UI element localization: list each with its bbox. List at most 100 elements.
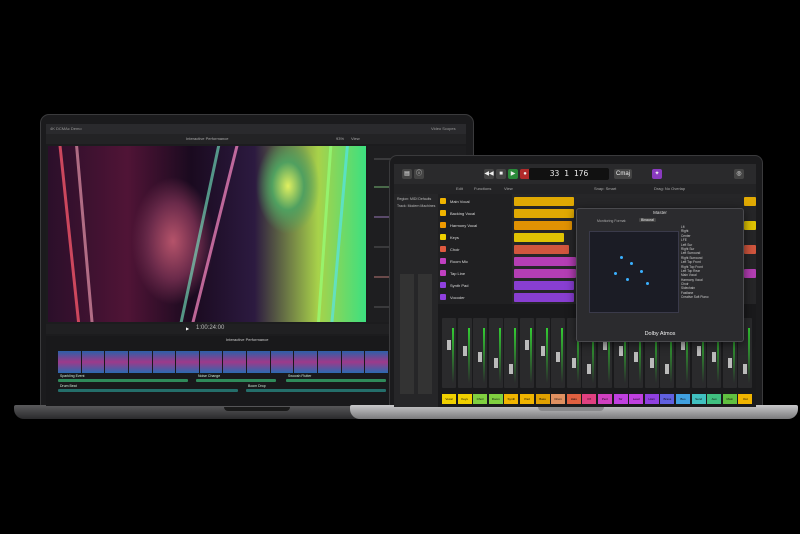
track-header-row[interactable]: Main Vocal [440,196,510,207]
monitoring-format-select[interactable]: Binaural [639,218,656,222]
region[interactable] [514,281,574,290]
fcp-library-label[interactable]: 4K DCMAc Demo [50,126,82,131]
volume-fader[interactable] [649,358,654,368]
channel-name[interactable]: Brass [660,394,675,404]
region[interactable] [744,221,756,230]
drag-menu[interactable]: Drag: No Overlap [654,186,685,191]
functions-menu[interactable]: Functions [474,186,491,191]
stop-icon[interactable]: ■ [496,169,506,179]
volume-fader[interactable] [540,346,545,356]
channel-name[interactable]: Pad [520,394,534,404]
channel-name[interactable]: Keys [457,394,472,404]
channel-name[interactable]: Room [488,394,503,404]
atmos-object-row[interactable]: Creative Soft Piano [681,295,739,299]
atmos-3d-view[interactable] [589,231,679,313]
audio-clip[interactable] [196,379,276,382]
channel-strip[interactable] [442,318,456,388]
channel-name[interactable]: Horn [644,394,659,404]
volume-fader[interactable] [712,352,717,362]
channel-strip[interactable] [457,318,472,388]
view-menu[interactable]: View [504,186,513,191]
channel-strip[interactable] [488,318,503,388]
channel-strip[interactable] [473,318,488,388]
rewind-icon[interactable]: ◀◀ [484,169,494,179]
fcp-play-button[interactable]: ▶ [186,326,189,331]
fcp-inspector-label[interactable]: Video Scopes [431,126,456,131]
channel-name[interactable]: Lead [629,394,644,404]
channel-name[interactable]: Vocal [442,394,456,404]
volume-fader[interactable] [665,364,670,374]
volume-fader[interactable] [727,358,732,368]
region[interactable] [514,245,569,254]
region[interactable] [514,197,574,206]
channel-name[interactable]: Send [691,394,706,404]
volume-fader[interactable] [525,340,529,350]
channel-name[interactable]: Perc [598,394,612,404]
track-header-row[interactable]: Keys [440,232,510,243]
channel-strip[interactable] [504,318,519,388]
volume-fader[interactable] [556,352,561,362]
atmos-object[interactable] [640,270,643,273]
track-header-row[interactable]: Tap Line [440,268,510,279]
volume-fader[interactable] [447,340,451,350]
channel-name[interactable]: Hats [566,394,581,404]
edit-menu[interactable]: Edit [456,186,463,191]
region[interactable] [744,245,756,254]
region[interactable] [514,221,572,230]
smart-tempo-icon[interactable]: ✦ [652,169,662,179]
inspector-icon[interactable]: ⓘ [414,169,424,179]
volume-fader[interactable] [696,346,701,356]
channel-name[interactable]: Out [738,394,753,404]
volume-fader[interactable] [493,358,498,368]
key-display[interactable]: Cmaj [614,169,632,179]
region[interactable] [514,257,576,266]
track-header-row[interactable]: Choir [440,244,510,255]
fcp-zoom[interactable]: 93% [336,136,344,141]
atmos-object[interactable] [630,262,633,265]
channel-name[interactable]: Main [722,394,737,404]
channel-name[interactable]: Drum [551,394,566,404]
region[interactable] [514,293,574,302]
atmos-object[interactable] [620,256,623,259]
region[interactable] [514,209,574,218]
channel-strip[interactable] [551,318,566,388]
volume-fader[interactable] [462,346,467,356]
channel-strip[interactable] [535,318,550,388]
library-icon[interactable]: ▤ [402,169,412,179]
audio-clip[interactable] [58,389,238,392]
region[interactable] [744,197,756,206]
volume-fader[interactable] [587,364,592,374]
loop-browser-icon[interactable]: ◎ [734,169,744,179]
channel-name[interactable]: Aux [707,394,722,404]
track-header-row[interactable]: Harmony Vocal [440,220,510,231]
volume-fader[interactable] [509,364,514,374]
audio-clip[interactable] [286,379,386,382]
volume-fader[interactable] [743,364,748,374]
play-icon[interactable]: ▶ [508,169,518,179]
volume-fader[interactable] [571,358,576,368]
track-header-row[interactable]: Room Mic [440,256,510,267]
snap-menu[interactable]: Snap: Smart [594,186,616,191]
track-header-row[interactable]: Vocoder [440,292,510,303]
atmos-object[interactable] [626,278,629,281]
channel-name[interactable]: Choir [473,394,488,404]
channel-name[interactable]: Bus [676,394,690,404]
channel-name[interactable]: Str [613,394,628,404]
fcp-video-clip[interactable] [58,351,388,373]
channel-name[interactable]: Bass [535,394,550,404]
region[interactable] [744,269,756,278]
region[interactable] [514,233,564,242]
audio-clip[interactable] [58,379,188,382]
volume-fader[interactable] [618,346,623,356]
lcd-display[interactable]: 33 1 176 [529,168,609,180]
channel-strip[interactable] [520,318,534,388]
track-header-row[interactable]: Backing Vocal [440,208,510,219]
region[interactable] [514,269,576,278]
atmos-object[interactable] [646,282,649,285]
volume-fader[interactable] [634,352,639,362]
fcp-video-viewer[interactable] [48,146,366,322]
atmos-object[interactable] [614,272,617,275]
fcp-view-menu[interactable]: View [351,136,360,141]
track-header-row[interactable]: Synth Pad [440,280,510,291]
volume-fader[interactable] [478,352,483,362]
